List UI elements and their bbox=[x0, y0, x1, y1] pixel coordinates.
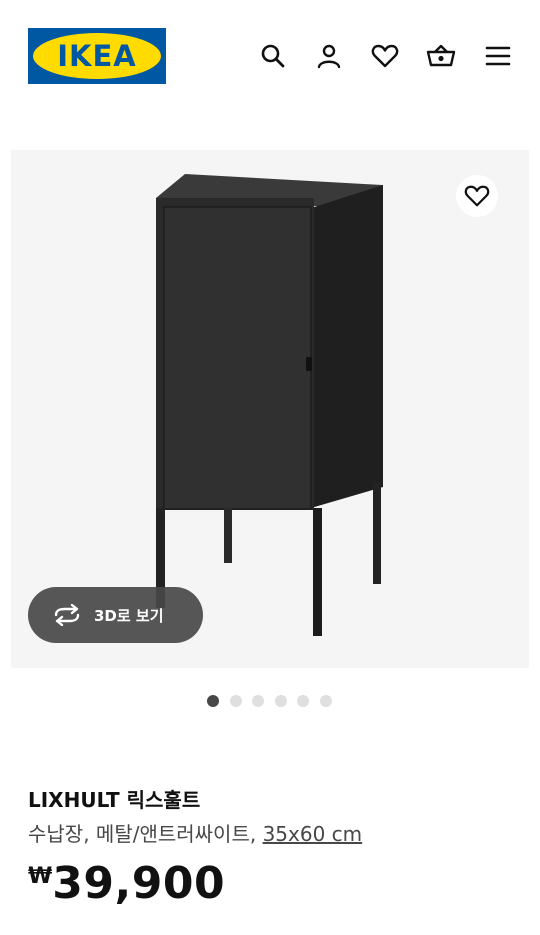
product-description: 수납장, 메탈/앤트러싸이트, 35x60 cm bbox=[28, 818, 362, 847]
product-price: ₩39,900 bbox=[28, 858, 225, 909]
view-3d-label: 3D로 보기 bbox=[94, 606, 164, 625]
header: IKEA bbox=[0, 0, 540, 112]
rotate-3d-icon bbox=[54, 604, 80, 626]
gallery-dot-1[interactable] bbox=[207, 695, 219, 707]
menu-icon[interactable] bbox=[480, 38, 516, 74]
price-amount: 39,900 bbox=[52, 858, 226, 909]
heart-icon[interactable] bbox=[367, 38, 403, 74]
product-name: LIXHULT 릭스훌트 bbox=[28, 788, 201, 812]
product-size-link[interactable]: 35x60 cm bbox=[263, 822, 363, 846]
gallery-pagination bbox=[0, 695, 540, 709]
gallery-dot-3[interactable] bbox=[252, 695, 264, 707]
heart-icon bbox=[464, 185, 490, 207]
add-to-favorites-button[interactable] bbox=[456, 175, 498, 217]
cart-icon[interactable] bbox=[423, 38, 459, 74]
gallery-dot-5[interactable] bbox=[297, 695, 309, 707]
gallery-dot-6[interactable] bbox=[319, 695, 332, 707]
view-3d-button[interactable]: 3D로 보기 bbox=[28, 587, 203, 643]
ikea-logo[interactable]: IKEA bbox=[28, 28, 166, 84]
price-currency: ₩ bbox=[28, 864, 53, 889]
gallery-dot-4[interactable] bbox=[274, 695, 287, 707]
user-icon[interactable] bbox=[311, 38, 347, 74]
logo-text: IKEA bbox=[57, 39, 137, 73]
search-icon[interactable] bbox=[255, 38, 291, 74]
gallery-dot-2[interactable] bbox=[229, 695, 242, 707]
product-type: 수납장, 메탈/앤트러싸이트, bbox=[28, 822, 263, 846]
